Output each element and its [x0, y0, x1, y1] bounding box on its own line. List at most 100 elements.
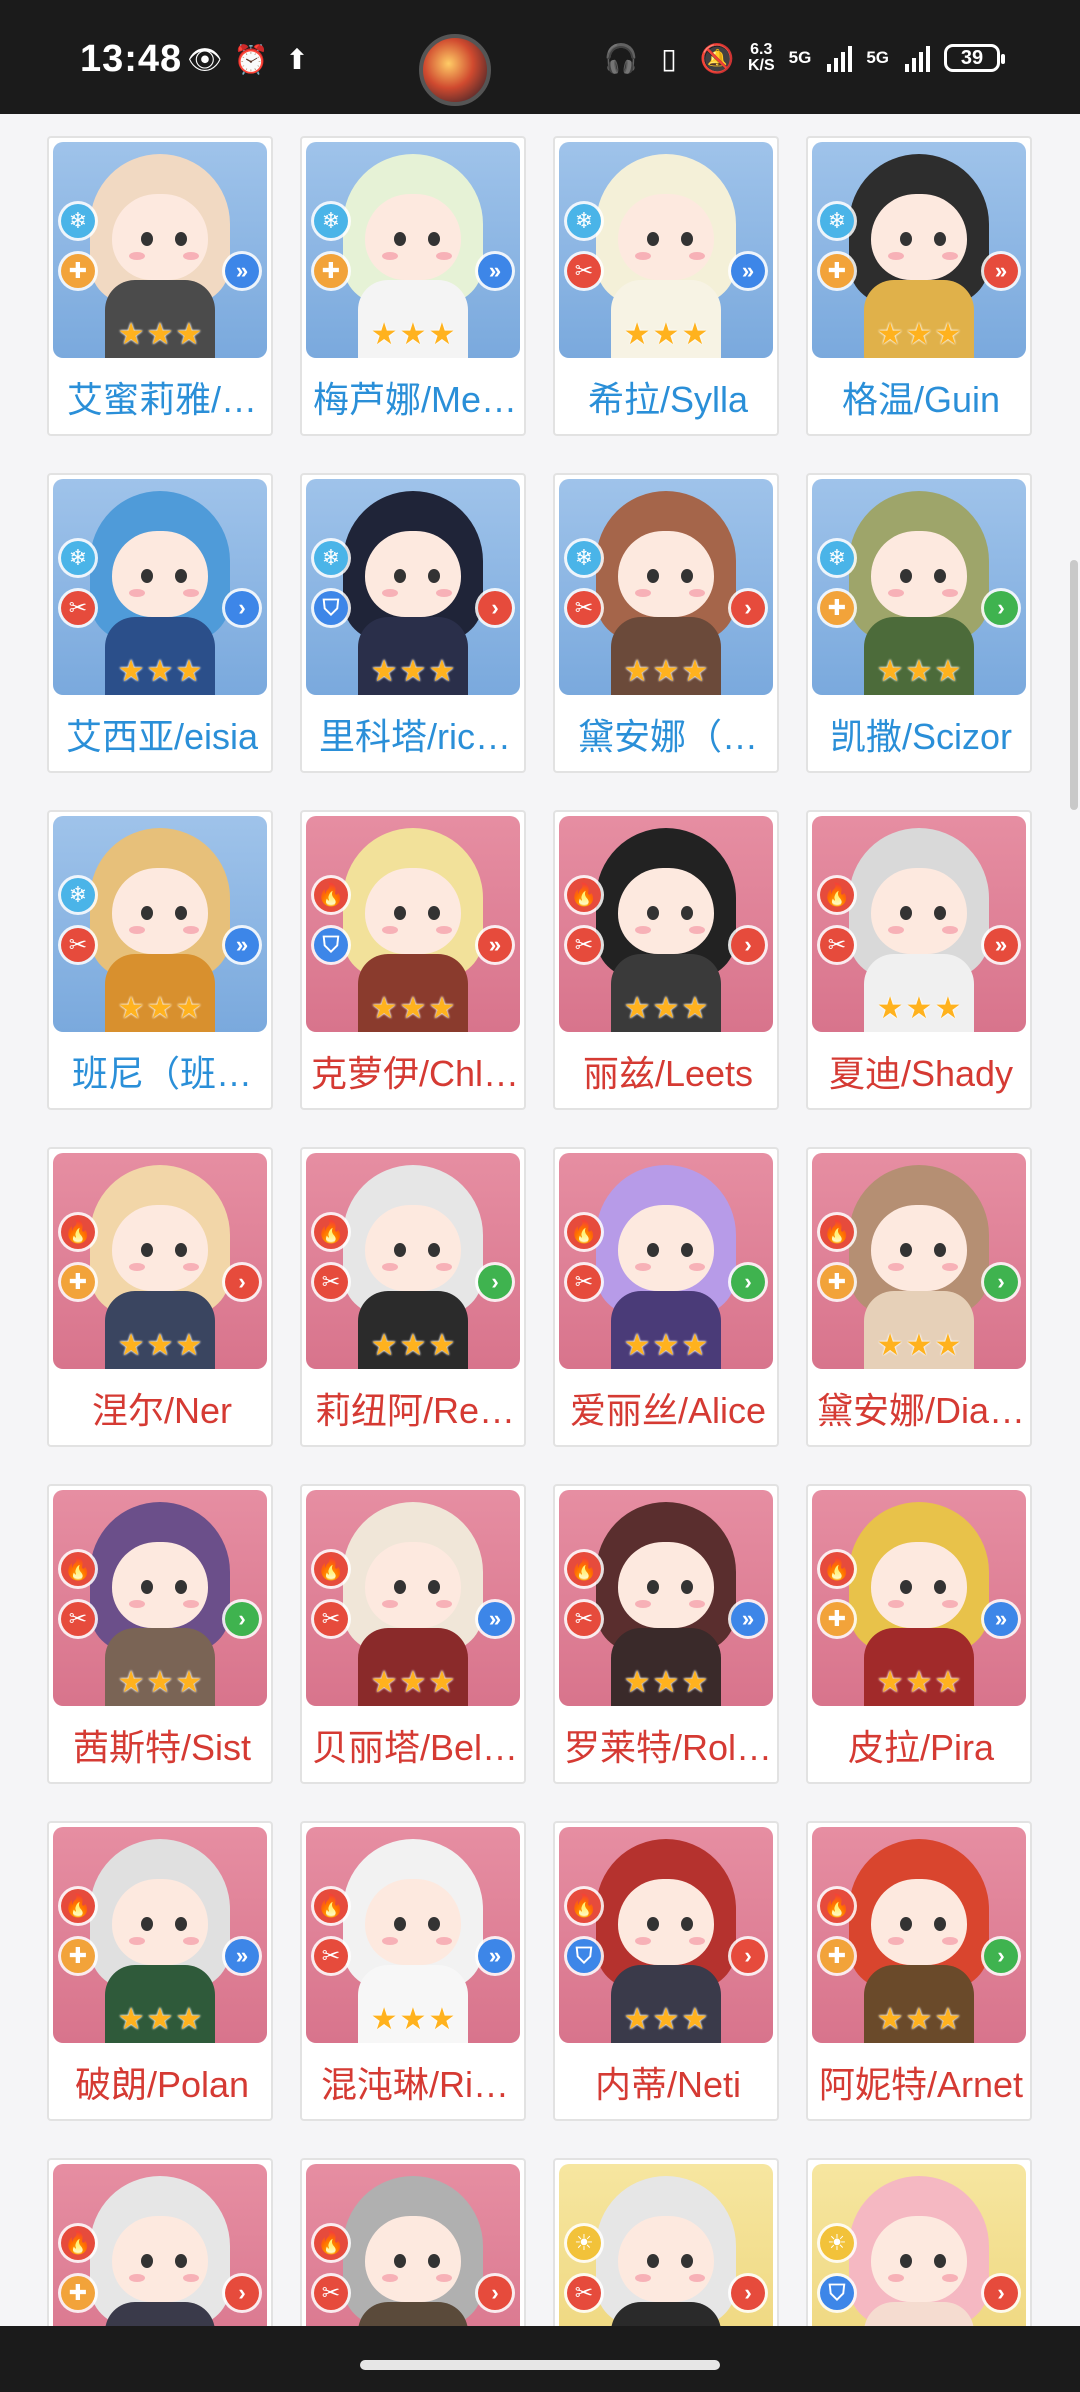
star-rating: ★ ★ ★ — [371, 994, 456, 1024]
character-portrait: ❄ ✂» ★ ★ ★ — [53, 816, 267, 1032]
single-arrow-icon: › — [225, 1602, 259, 1636]
star-icon: ★ — [681, 992, 709, 1025]
character-card[interactable]: 🔥 ✚ › ★ ★ ★ 阿妮特/Arnet — [806, 1821, 1032, 2121]
character-card[interactable]: ❄ ✂» ★ ★ ★ 希拉/Sylla — [553, 136, 779, 436]
character-blush — [888, 1600, 904, 1608]
character-name: 内蒂/Neti — [594, 2064, 742, 2105]
swords-icon: ✂ — [567, 591, 601, 625]
single-arrow-icon: › — [984, 591, 1018, 625]
star-icon: ★ — [623, 318, 651, 351]
character-portrait: 🔥✂›★★★ — [306, 1153, 520, 1369]
character-card[interactable]: 🔥 ✂» ★ ★ ★ 夏迪/Shady — [806, 810, 1032, 1110]
star-icon: ★ — [175, 318, 203, 351]
character-eye — [175, 2254, 187, 2268]
character-face — [618, 2216, 714, 2302]
character-card[interactable]: 🔥 ✚ › ★ ★ ★ 黛安娜/Dia… — [806, 1147, 1032, 1447]
character-card[interactable]: 🔥 ✚» ★ ★ ★ 皮拉/Pira — [806, 1484, 1032, 1784]
swords-icon: ✂ — [567, 928, 601, 962]
character-blush — [635, 1937, 651, 1945]
character-face — [365, 194, 461, 280]
character-card[interactable]: 🔥 ⛉» ★ ★ ★ 克萝伊/Chl… — [300, 810, 526, 1110]
character-blush — [942, 589, 958, 597]
star-rating: ★ ★ ★ — [118, 2005, 203, 2035]
character-card[interactable]: ❄ ✚ › ★ ★ ★ 凯撒/Scizor — [806, 473, 1032, 773]
character-blush — [942, 1600, 958, 1608]
character-card[interactable]: 🔥 ✂» ★ ★ ★ 混沌琳/Ri… — [300, 1821, 526, 2121]
single-arrow-icon: › — [984, 1939, 1018, 1973]
character-card[interactable]: ☀✂›★★★ — [553, 2158, 779, 2326]
star-icon: ★ — [876, 318, 904, 351]
star-rating: ★ ★ ★ — [371, 1668, 456, 1698]
swords-icon: ✂ — [61, 928, 95, 962]
character-card[interactable]: 🔥 ✚» ★ ★ ★ 破朗/Polan — [47, 1821, 273, 2121]
status-bar: 13:48 👁 ⏰ ⬆ 🎧 ▯ 🔕 6.3 K/S 5G 5G 39 — [0, 0, 1080, 114]
character-name: 希拉/Sylla — [587, 379, 749, 420]
character-card[interactable]: ❄ ✂» ★ ★ ★ 班尼（班… — [47, 810, 273, 1110]
character-card[interactable]: 🔥 ⛉ › ★ ★ ★ 内蒂/Neti — [553, 1821, 779, 2121]
fire-icon: 🔥 — [314, 1552, 348, 1586]
double-arrow-icon: » — [478, 1602, 512, 1636]
cross-icon: ✚ — [61, 2276, 95, 2310]
character-card[interactable]: 🔥 ✂» ★ ★ ★ 贝丽塔/Bel… — [300, 1484, 526, 1784]
character-blush — [689, 1263, 705, 1271]
character-eye — [900, 232, 912, 246]
character-face — [618, 531, 714, 617]
headphones-icon: 🎧 — [603, 42, 639, 74]
character-card[interactable]: ❄ ✚» ★ ★ ★ 梅芦娜/Me… — [300, 136, 526, 436]
character-blush — [382, 2274, 398, 2282]
character-card[interactable]: 🔥✚›★★★ — [47, 2158, 273, 2326]
star-icon: ★ — [905, 2003, 933, 2036]
character-name: 贝丽塔/Bel… — [311, 1727, 519, 1768]
scrollbar-thumb[interactable] — [1070, 560, 1078, 810]
floating-app-avatar[interactable] — [419, 34, 491, 106]
character-card[interactable]: 🔥 ✚ › ★ ★ ★ 涅尔/Ner — [47, 1147, 273, 1447]
character-card[interactable]: 🔥 ✂» ★ ★ ★ 罗莱特/Rol… — [553, 1484, 779, 1784]
character-card[interactable]: ❄ ✂ › ★ ★ ★ 黛安娜（… — [553, 473, 779, 773]
star-icon: ★ — [399, 2003, 427, 2036]
status-left-icons: 👁 ⏰ ⬆ — [187, 44, 314, 75]
single-arrow-icon: › — [225, 591, 259, 625]
character-blush — [129, 1600, 145, 1608]
character-card[interactable]: 🔥 ✂ › ★ ★ ★ 莉纽阿/Re… — [300, 1147, 526, 1447]
snowflake-icon: ❄ — [61, 541, 95, 575]
star-icon: ★ — [370, 1666, 398, 1699]
character-card[interactable]: 🔥 ✂ › ★ ★ ★ 丽兹/Leets — [553, 810, 779, 1110]
character-face — [618, 1542, 714, 1628]
star-icon: ★ — [681, 655, 709, 688]
star-icon: ★ — [623, 992, 651, 1025]
character-card[interactable]: 🔥 ✂ › ★ ★ ★ 茜斯特/Sist — [47, 1484, 273, 1784]
character-eye — [428, 1243, 440, 1257]
character-eye — [141, 1243, 153, 1257]
character-card[interactable]: ❄ ✚» ★ ★ ★ 格温/Guin — [806, 136, 1032, 436]
character-eye — [934, 1580, 946, 1594]
home-indicator[interactable] — [360, 2360, 720, 2370]
fire-icon: 🔥 — [314, 878, 348, 912]
character-card[interactable]: ❄ ✚» ★ ★ ★ 艾蜜莉雅/… — [47, 136, 273, 436]
character-eye — [175, 569, 187, 583]
character-blush — [129, 252, 145, 260]
character-eye — [681, 1580, 693, 1594]
character-card[interactable]: ❄ ✂ › ★ ★ ★ 艾西亚/eisia — [47, 473, 273, 773]
star-icon: ★ — [681, 1666, 709, 1699]
star-icon: ★ — [876, 2003, 904, 2036]
character-face — [365, 868, 461, 954]
swords-icon: ✂ — [61, 1602, 95, 1636]
character-card[interactable]: ☀⛉›★★★ — [806, 2158, 1032, 2326]
character-face — [871, 2216, 967, 2302]
star-icon: ★ — [146, 655, 174, 688]
character-name: 克萝伊/Chl… — [310, 1053, 520, 1094]
character-card[interactable]: ❄ ⛉ › ★ ★ ★ 里科塔/ric… — [300, 473, 526, 773]
character-grid[interactable]: ❄ ✚» ★ ★ ★ 艾蜜莉雅/… ❄ ✚» ★ ★ ★ 梅芦娜/Me… ❄ ✂» ★ ★ ★ 希拉/Sylla ❄… — [0, 114, 1080, 2326]
star-icon: ★ — [681, 318, 709, 351]
fire-icon: 🔥 — [61, 2226, 95, 2260]
star-icon: ★ — [175, 992, 203, 1025]
navigation-bar — [0, 2326, 1080, 2392]
character-blush — [635, 2274, 651, 2282]
character-card[interactable]: 🔥✂›★★★ — [300, 2158, 526, 2326]
star-icon: ★ — [428, 318, 456, 351]
fire-icon: 🔥 — [567, 1889, 601, 1923]
single-arrow-icon: › — [731, 1939, 765, 1973]
character-card[interactable]: 🔥 ✂ › ★ ★ ★ 爱丽丝/Alice — [553, 1147, 779, 1447]
snowflake-icon: ❄ — [820, 541, 854, 575]
character-blush — [888, 2274, 904, 2282]
